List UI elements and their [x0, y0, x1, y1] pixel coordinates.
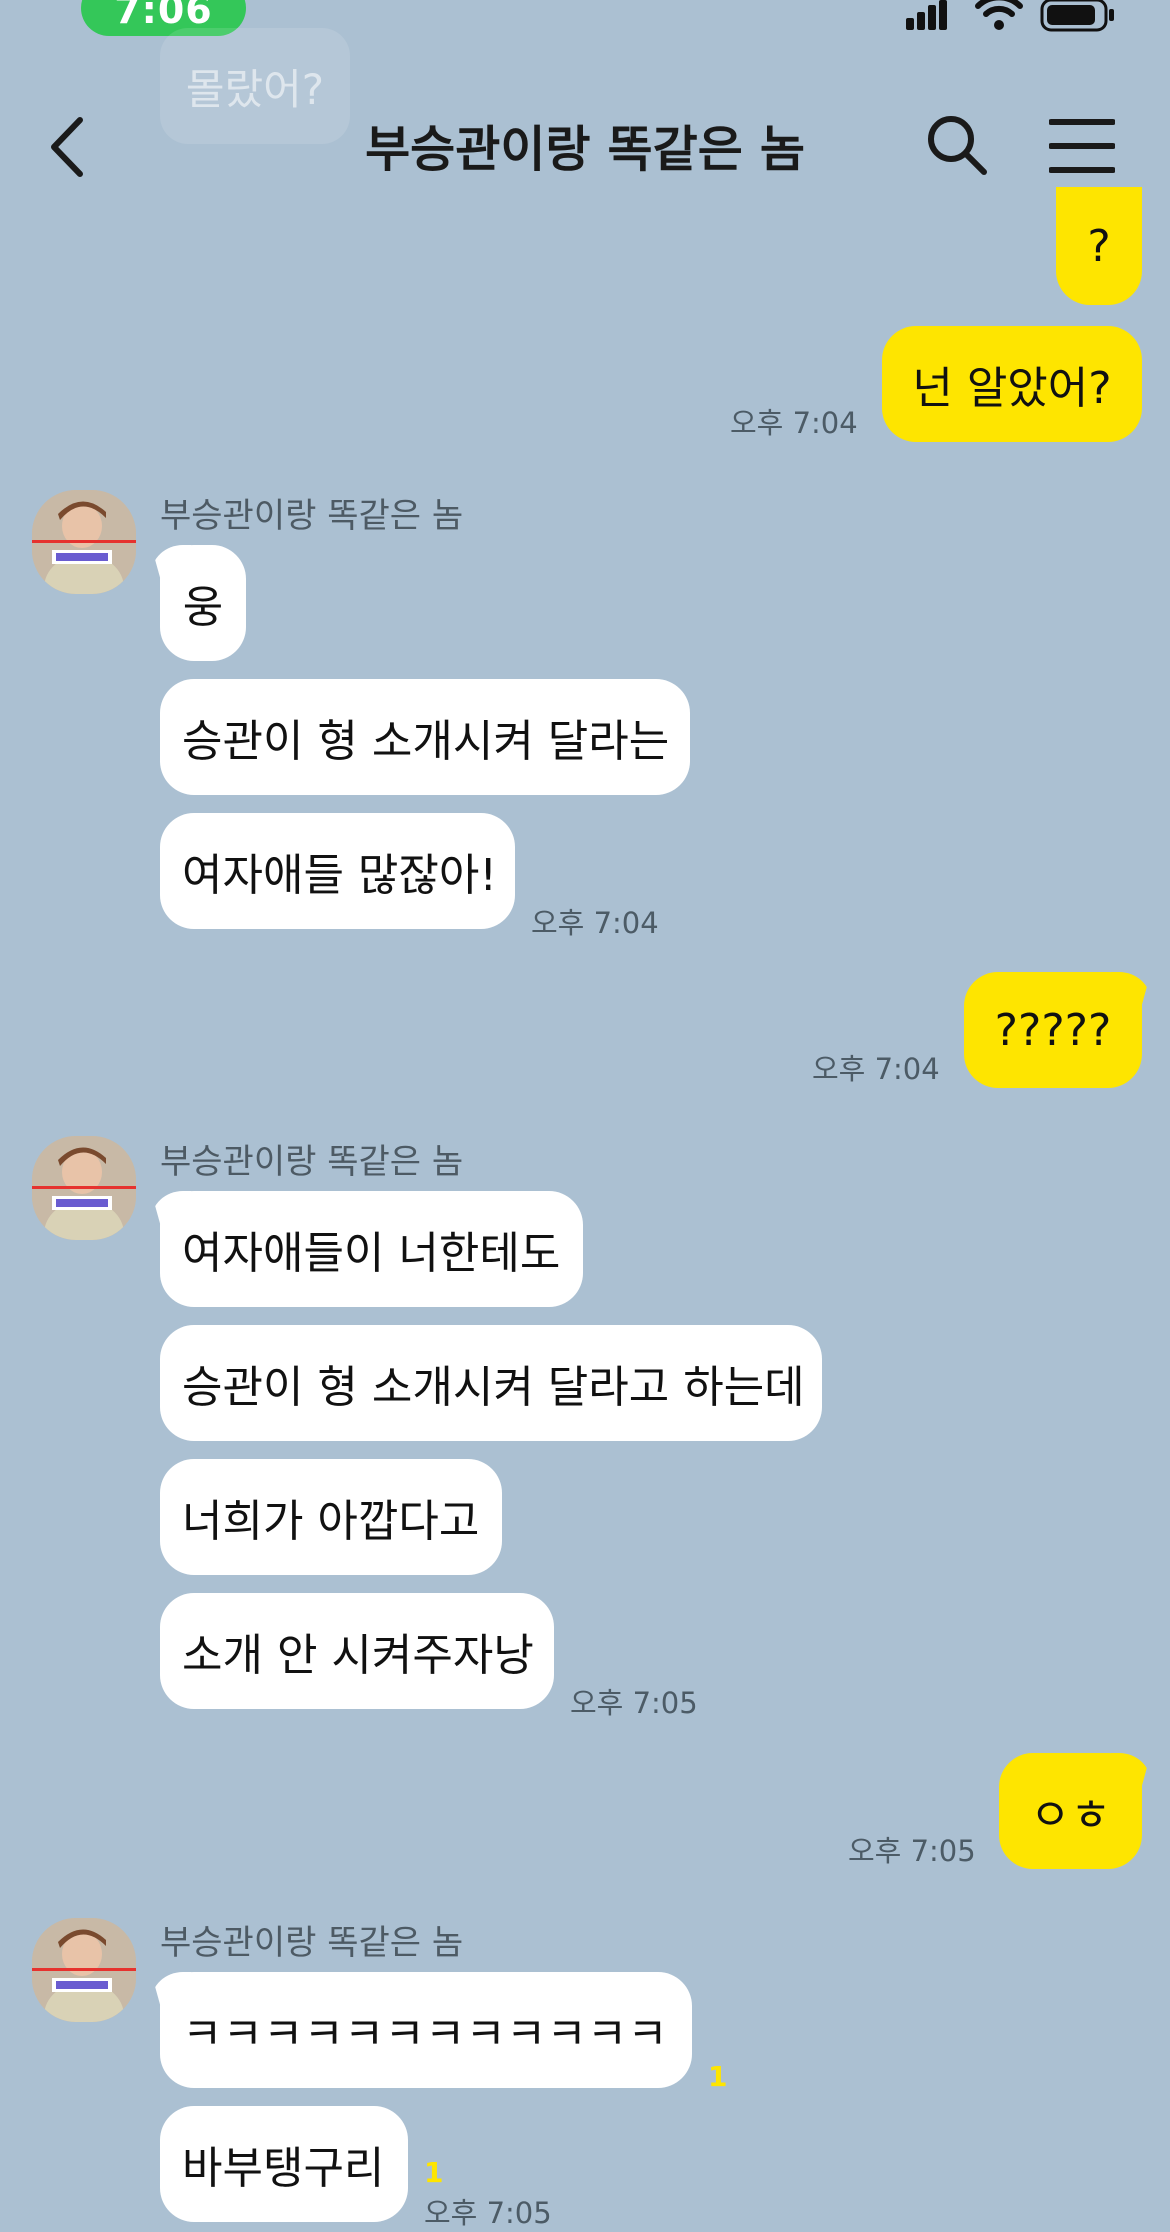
their-message-bubble[interactable]: 여자애들 많잖아!: [160, 813, 515, 929]
my-message-bubble[interactable]: ?????: [964, 972, 1142, 1088]
message-timestamp: 오후 7:04: [812, 1052, 940, 1086]
sender-name: 부승관이랑 똑같은 놈: [160, 496, 464, 536]
my-message-bubble[interactable]: ㅇㅎ: [999, 1753, 1142, 1869]
menu-icon[interactable]: [1048, 118, 1116, 178]
their-message-bubble[interactable]: 여자애들이 너한테도: [160, 1191, 583, 1307]
message-text: ㅇㅎ: [1030, 1790, 1111, 1841]
message-text: 넌 알았어?: [912, 363, 1112, 414]
search-icon[interactable]: [924, 112, 990, 182]
avatar-image: [32, 1136, 136, 1240]
battery-icon: [1040, 0, 1116, 38]
message-timestamp: 오후 7:05: [424, 2196, 552, 2230]
message-text: 너희가 아깝다고: [182, 1496, 480, 1547]
message-text: 여자애들이 너한테도: [182, 1228, 561, 1279]
wifi-icon: [974, 0, 1024, 36]
their-message-bubble[interactable]: 너희가 아깝다고: [160, 1459, 502, 1575]
unread-count: 1: [708, 2060, 728, 2093]
their-message-bubble[interactable]: ㅋㅋㅋㅋㅋㅋㅋㅋㅋㅋㅋㅋ: [160, 1972, 692, 2088]
message-timestamp: 오후 7:05: [570, 1686, 698, 1720]
their-message-bubble[interactable]: 바부탱구리: [160, 2106, 408, 2222]
message-text: 소개 안 시켜주자낭: [182, 1630, 534, 1681]
message-timestamp: 오후 7:04: [531, 906, 659, 940]
their-message-bubble[interactable]: 웅: [160, 545, 246, 661]
message-text: ㅋㅋㅋㅋㅋㅋㅋㅋㅋㅋㅋㅋ: [182, 2009, 668, 2060]
sender-name: 부승관이랑 똑같은 놈: [160, 1923, 464, 1963]
avatar[interactable]: [32, 490, 136, 594]
avatar[interactable]: [32, 1918, 136, 2022]
avatar-image: [32, 1918, 136, 2022]
message-text: 바부탱구리: [182, 2143, 385, 2194]
message-text: 승관이 형 소개시켜 달라는: [182, 716, 670, 767]
message-timestamp: 오후 7:05: [848, 1834, 976, 1868]
my-message-bubble[interactable]: ?: [1056, 187, 1142, 305]
message-text: ?: [1087, 220, 1111, 272]
their-message-bubble[interactable]: 소개 안 시켜주자낭: [160, 1593, 554, 1709]
avatar[interactable]: [32, 1136, 136, 1240]
unread-count: 1: [424, 2156, 444, 2189]
chat-title: 부승관이랑 똑같은 놈: [365, 121, 805, 178]
avatar-image: [32, 490, 136, 594]
message-text: ?????: [994, 1004, 1112, 1056]
message-text: 승관이 형 소개시켜 달라고 하는데: [182, 1362, 805, 1413]
message-text: 여자애들 많잖아!: [182, 850, 497, 901]
signal-icon: [906, 0, 948, 36]
their-message-bubble[interactable]: 승관이 형 소개시켜 달라고 하는데: [160, 1325, 822, 1441]
their-message-bubble[interactable]: 승관이 형 소개시켜 달라는: [160, 679, 690, 795]
message-timestamp: 오후 7:04: [730, 406, 858, 440]
my-message-bubble[interactable]: 넌 알았어?: [882, 326, 1142, 442]
sender-name: 부승관이랑 똑같은 놈: [160, 1142, 464, 1182]
message-text: 웅: [182, 582, 224, 633]
